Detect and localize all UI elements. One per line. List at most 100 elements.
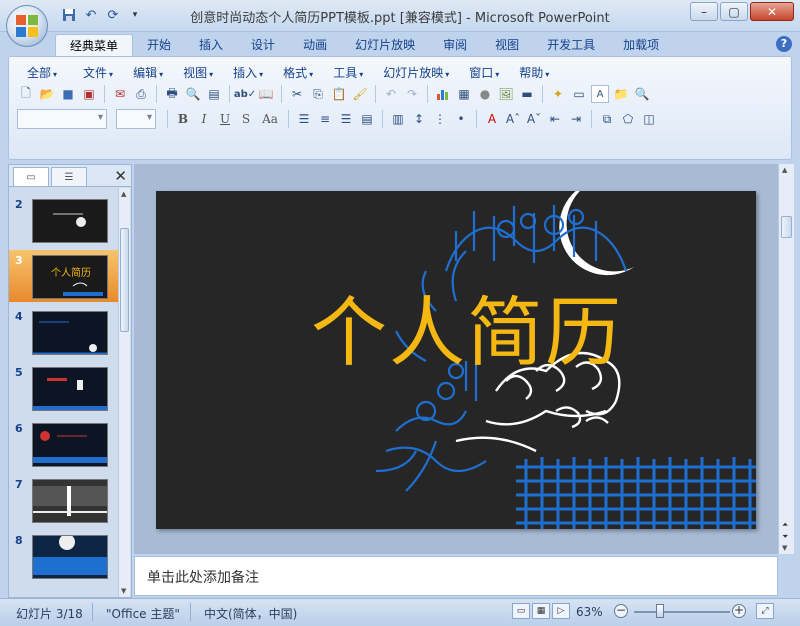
tab-classic-menu[interactable]: 经典菜单	[55, 34, 134, 56]
italic-button[interactable]: I	[195, 110, 213, 128]
cut-icon[interactable]: ✂	[288, 85, 306, 103]
shadow-button[interactable]: S	[237, 110, 255, 128]
format-painter-icon[interactable]: 🖌	[351, 85, 369, 103]
panel-scrollbar[interactable]: ▲ ▼	[118, 188, 130, 597]
next-slide-icon[interactable]: ⏷	[782, 532, 788, 542]
permission-icon[interactable]: ▣	[80, 85, 98, 103]
slide-thumbnail-selected[interactable]: 3 个人简历	[9, 250, 119, 302]
shapes-icon[interactable]: ⬠	[619, 110, 637, 128]
menu-tools[interactable]: 工具 ▾	[325, 64, 371, 82]
slide-thumbnail[interactable]: 6	[9, 418, 119, 470]
find-icon[interactable]: 🔍	[633, 85, 651, 103]
office-button[interactable]	[6, 5, 48, 47]
maximize-button[interactable]: ▢	[720, 2, 748, 21]
menu-edit[interactable]: 编辑 ▾	[125, 64, 171, 82]
new-icon[interactable]: 🗋	[17, 85, 35, 103]
slide-thumbnail[interactable]: 7	[9, 474, 119, 526]
tab-slide-show[interactable]: 幻灯片放映	[341, 34, 429, 56]
zoom-level[interactable]: 63%	[576, 605, 603, 619]
slide-thumbnail[interactable]: 4	[9, 306, 119, 358]
align-left-icon[interactable]: ☰	[295, 110, 313, 128]
close-button[interactable]: ✕	[750, 2, 794, 21]
underline-button[interactable]: U	[216, 110, 234, 128]
print-icon[interactable]: 🖶	[163, 85, 181, 103]
reference-icon[interactable]: 📖	[257, 85, 275, 103]
font-name-combo[interactable]	[17, 109, 107, 129]
save-icon[interactable]: ■	[59, 85, 77, 103]
new-slide-icon[interactable]: ✦	[549, 85, 567, 103]
zoom-in-button[interactable]: +	[732, 604, 746, 618]
increase-indent-icon[interactable]: ⇥	[567, 110, 585, 128]
preview-icon[interactable]: 🔍	[184, 85, 202, 103]
tab-view[interactable]: 视图	[481, 34, 533, 56]
open-icon[interactable]: 📂	[38, 85, 56, 103]
slide-thumbnail[interactable]: 2	[9, 194, 119, 246]
help-icon[interactable]: ?	[776, 36, 792, 52]
slide-sorter-button[interactable]: ▦	[532, 603, 550, 619]
zoom-slider-knob[interactable]	[656, 604, 664, 618]
tab-insert[interactable]: 插入	[185, 34, 237, 56]
clip-art-icon[interactable]: ●	[476, 85, 494, 103]
spelling-icon[interactable]: ab✓	[234, 85, 256, 103]
zoom-out-button[interactable]: −	[614, 604, 628, 618]
chart-icon[interactable]	[434, 85, 452, 103]
menu-view[interactable]: 视图 ▾	[175, 64, 221, 82]
current-slide[interactable]: 个人简历	[156, 191, 756, 529]
slide-title[interactable]: 个人简历	[311, 271, 623, 381]
outline-tab[interactable]: ☰	[51, 167, 87, 186]
menu-help[interactable]: 帮助 ▾	[511, 64, 557, 82]
tab-home[interactable]: 开始	[133, 34, 185, 56]
minimize-button[interactable]: –	[690, 2, 718, 21]
close-panel-icon[interactable]: ✕	[114, 167, 127, 185]
columns-icon[interactable]: ▥	[389, 110, 407, 128]
fit-to-window-button[interactable]: ⤢	[756, 603, 774, 619]
normal-view-button[interactable]: ▭	[512, 603, 530, 619]
tab-animations[interactable]: 动画	[289, 34, 341, 56]
panel-scroll-thumb[interactable]	[120, 228, 129, 332]
menu-insert[interactable]: 插入 ▾	[225, 64, 271, 82]
zoom-slider[interactable]	[634, 611, 730, 613]
menu-format[interactable]: 格式 ▾	[275, 64, 321, 82]
email-icon[interactable]: ✉	[111, 85, 129, 103]
tab-design[interactable]: 设计	[237, 34, 289, 56]
slide-thumbnail[interactable]: 8	[9, 530, 119, 582]
folder-icon[interactable]: 📁	[612, 85, 630, 103]
font-size-combo[interactable]	[116, 109, 156, 129]
color-scheme-icon[interactable]: ▬	[518, 85, 536, 103]
tab-add-ins[interactable]: 加载项	[609, 34, 673, 56]
bullets-icon[interactable]: •	[452, 110, 470, 128]
change-case-button[interactable]: Aa	[258, 110, 282, 128]
menu-slide-show[interactable]: 幻灯片放映 ▾	[375, 64, 457, 82]
tab-review[interactable]: 审阅	[429, 34, 481, 56]
numbering-icon[interactable]: ⋮	[431, 110, 449, 128]
print-preview-icon[interactable]: ⎙	[132, 85, 150, 103]
research-icon[interactable]: ▤	[205, 85, 223, 103]
menu-file[interactable]: 文件 ▾	[75, 64, 121, 82]
grow-font-icon[interactable]: Aˆ	[504, 110, 522, 128]
menu-all[interactable]: 全部 ▾	[19, 64, 65, 82]
table-icon[interactable]: ▦	[455, 85, 473, 103]
slide-scrollbar[interactable]: ▲ ⏶ ⏷ ▼	[778, 164, 794, 554]
copy-icon[interactable]: ⎘	[309, 85, 327, 103]
slide-scroll-thumb[interactable]	[781, 216, 792, 238]
arrange-icon[interactable]: ⧉	[598, 110, 616, 128]
picture-icon[interactable]: 🖼	[497, 85, 515, 103]
bold-button[interactable]: B	[174, 110, 192, 128]
line-spacing-icon[interactable]: ↕	[410, 110, 428, 128]
tab-developer[interactable]: 开发工具	[533, 34, 609, 56]
language-indicator[interactable]: 中文(简体，中国)	[204, 605, 297, 622]
align-right-icon[interactable]: ☰	[337, 110, 355, 128]
align-center-icon[interactable]: ≡	[316, 110, 334, 128]
shrink-font-icon[interactable]: Aˇ	[525, 110, 543, 128]
font-color-icon[interactable]: A	[483, 110, 501, 128]
slide-thumbnail[interactable]: 5	[9, 362, 119, 414]
quick-styles-icon[interactable]: ◫	[640, 110, 658, 128]
previous-slide-icon[interactable]: ⏶	[782, 520, 788, 530]
layout-icon[interactable]: ▭	[570, 85, 588, 103]
notes-pane[interactable]: 单击此处添加备注	[134, 556, 778, 596]
paste-icon[interactable]: 📋	[330, 85, 348, 103]
undo-icon[interactable]: ↶	[382, 85, 400, 103]
text-box-icon[interactable]: A	[591, 85, 609, 103]
slides-tab[interactable]: ▭	[13, 167, 49, 186]
slide-show-button[interactable]: ▷	[552, 603, 570, 619]
